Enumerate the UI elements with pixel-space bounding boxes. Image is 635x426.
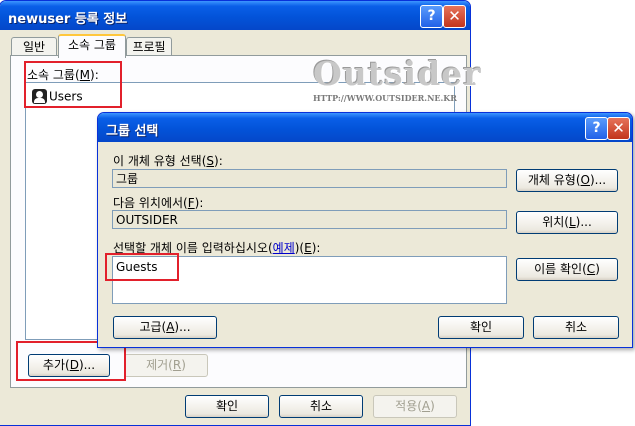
btn-text: ) (181, 358, 186, 372)
label-text: ): (214, 154, 223, 168)
title-bar[interactable]: 그룹 선택 ? ✕ (98, 113, 632, 142)
tab-profile[interactable]: 프로필 (126, 37, 172, 56)
object-type-label: 이 개체 유형 선택(S): (113, 152, 223, 169)
close-icon[interactable]: ✕ (607, 117, 630, 140)
btn-text: 제거( (146, 358, 173, 372)
dialog-title: newuser 등록 정보 (8, 12, 128, 27)
btn-text: )... (174, 320, 191, 334)
ok-button[interactable]: 확인 (185, 395, 269, 418)
watermark-url: HTTP://WWW.OUTSIDER.NE.KR (313, 93, 457, 103)
label-accesskey: E (304, 241, 312, 255)
label-text: ): (194, 196, 204, 210)
tab-profile-label: 프로필 (132, 40, 166, 54)
advanced-button[interactable]: 고급(A)... (113, 316, 217, 339)
check-names-button[interactable]: 이름 확인(C) (516, 258, 618, 281)
btn-text: ) (595, 262, 600, 276)
label-text: 이 개체 유형 선택( (113, 154, 207, 168)
btn-text: ) (430, 399, 435, 413)
locations-button[interactable]: 위치(L)... (516, 211, 618, 234)
tab-general[interactable]: 일반 (11, 37, 57, 56)
label-text: 다음 위치에서( (113, 196, 188, 210)
tab-member-of[interactable]: 소속 그룹 (58, 34, 126, 58)
cancel-button[interactable]: 취소 (533, 316, 619, 339)
label-text: )( (294, 241, 305, 255)
btn-text: )... (575, 215, 592, 229)
dialog-title: 그룹 선택 (106, 124, 159, 139)
watermark-logo: Outsider (313, 54, 482, 93)
label-text: ): (311, 241, 321, 255)
btn-text: 위치( (542, 215, 569, 229)
location-value: OUTSIDER (116, 213, 178, 227)
btn-text: 고급( (139, 320, 167, 334)
btn-accesskey: R (172, 358, 182, 372)
help-icon[interactable]: ? (420, 5, 443, 28)
title-bar[interactable]: newuser 등록 정보 ? ✕ (0, 1, 470, 30)
location-field: OUTSIDER (112, 210, 507, 229)
btn-text: 취소 (564, 320, 588, 334)
highlight-groups (24, 61, 122, 108)
tab-member-of-label: 소속 그룹 (68, 38, 116, 52)
btn-text: 이름 확인( (534, 262, 587, 276)
label-accesskey: F (187, 196, 195, 210)
btn-text: 취소 (309, 399, 333, 413)
btn-text: 확인 (215, 399, 239, 413)
close-icon[interactable]: ✕ (443, 5, 466, 28)
highlight-guests (105, 253, 179, 281)
apply-button[interactable]: 적용(A) (373, 395, 457, 418)
examples-link[interactable]: 예제 (273, 241, 295, 255)
object-type-field: 그룹 (112, 169, 507, 188)
ok-button[interactable]: 확인 (438, 316, 524, 339)
btn-text: 확인 (469, 320, 493, 334)
label-accesskey: S (206, 154, 215, 168)
select-groups-dialog: 그룹 선택 ? ✕ 이 개체 유형 선택(S): 그룹 개체 유형(O)... … (97, 112, 633, 348)
btn-accesskey: A (421, 399, 431, 413)
tab-general-label: 일반 (22, 40, 46, 54)
object-types-button[interactable]: 개체 유형(O)... (516, 169, 618, 192)
help-icon[interactable]: ? (585, 117, 608, 140)
btn-text: )... (590, 173, 607, 187)
object-type-value: 그룹 (116, 172, 139, 186)
cancel-button[interactable]: 취소 (279, 395, 363, 418)
btn-text: 개체 유형( (527, 173, 581, 187)
btn-text: 적용( (395, 399, 422, 413)
location-label: 다음 위치에서(F): (113, 194, 203, 211)
remove-button[interactable]: 제거(R) (124, 354, 208, 377)
btn-accesskey: L (568, 215, 576, 229)
btn-accesskey: O (580, 173, 590, 187)
btn-accesskey: C (586, 262, 596, 276)
